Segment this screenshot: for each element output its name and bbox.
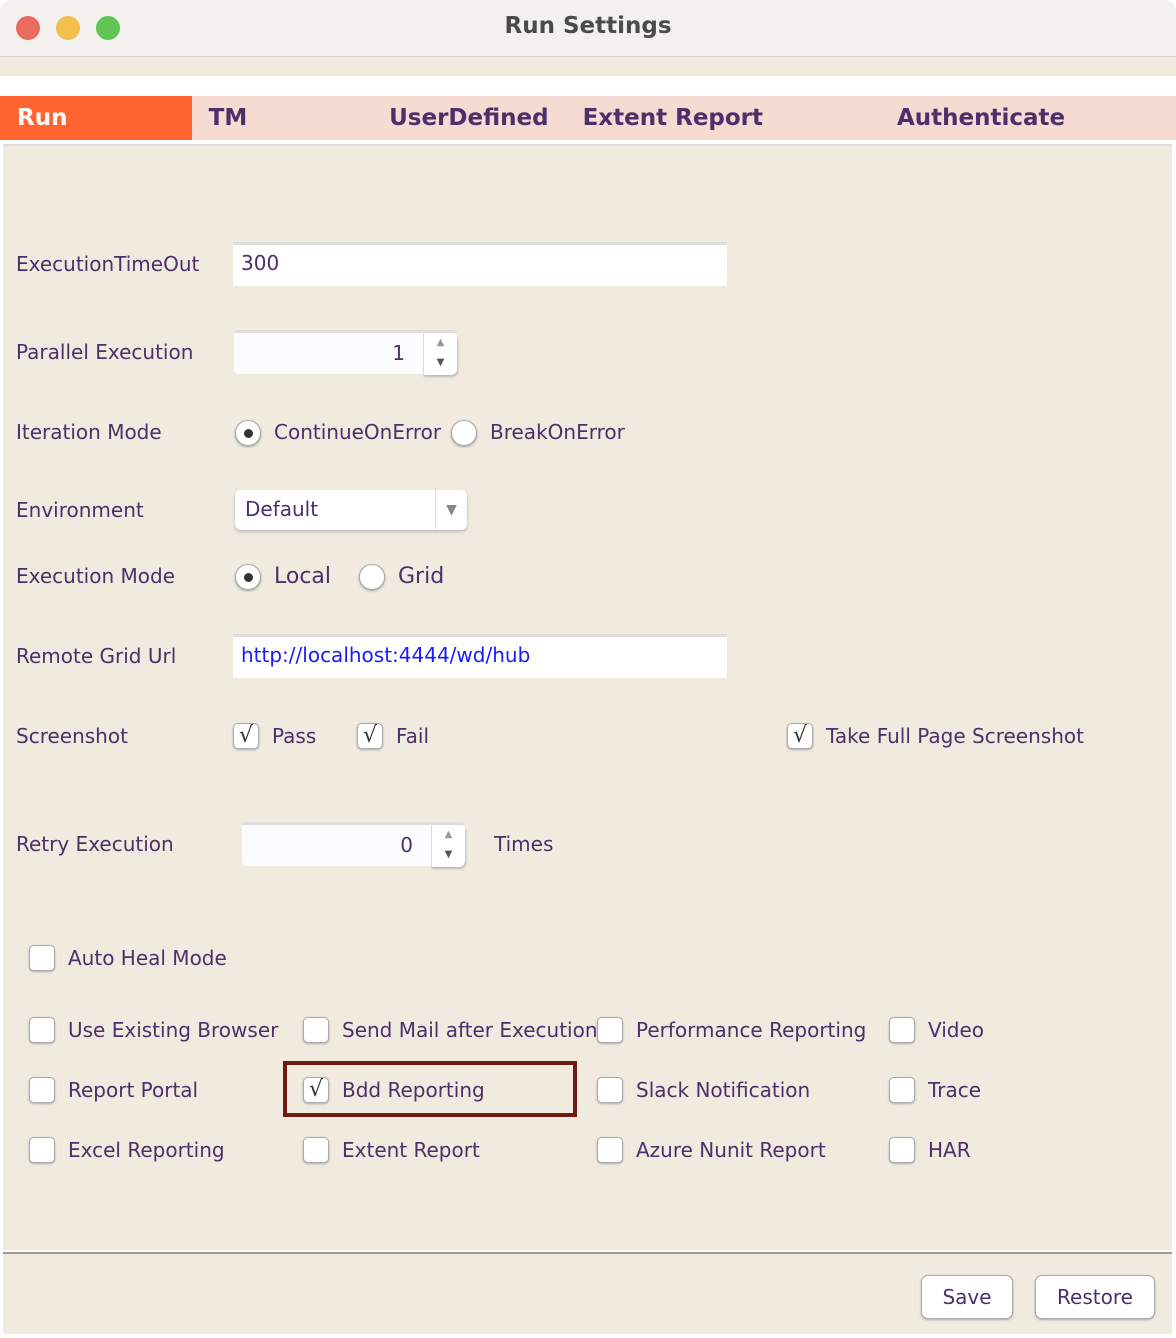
full-page-screenshot-label: Take Full Page Screenshot <box>826 724 1084 748</box>
environment-select[interactable]: Default ▼ <box>235 490 467 530</box>
slack-notification-checkbox[interactable] <box>597 1077 623 1103</box>
performance-reporting-checkbox[interactable] <box>597 1017 623 1043</box>
break-on-error-radio[interactable] <box>451 420 477 446</box>
restore-button[interactable]: Restore <box>1035 1275 1155 1319</box>
grid-label: Grid <box>398 564 445 589</box>
spinner-arrows[interactable]: ▲ ▼ <box>423 333 457 375</box>
extent-report-checkbox[interactable] <box>303 1137 329 1163</box>
break-on-error-label: BreakOnError <box>490 420 625 444</box>
remote-grid-url-input[interactable]: http://localhost:4444/wd/hub <box>233 634 727 678</box>
har-label: HAR <box>928 1138 971 1162</box>
trace-checkbox[interactable] <box>889 1077 915 1103</box>
parallel-execution-label: Parallel Execution <box>16 340 194 364</box>
parallel-execution-value: 1 <box>392 341 405 365</box>
report-portal-label: Report Portal <box>68 1078 199 1102</box>
use-existing-browser-checkbox[interactable] <box>29 1017 55 1043</box>
send-mail-after-execution-checkbox[interactable] <box>303 1017 329 1043</box>
slack-notification-label: Slack Notification <box>636 1078 811 1102</box>
window-title: Run Settings <box>504 13 672 39</box>
screenshot-pass-label: Pass <box>272 724 317 748</box>
screenshot-pass-checkbox[interactable]: √ <box>233 723 259 749</box>
azure-nunit-report-checkbox[interactable] <box>597 1137 623 1163</box>
use-existing-browser-label: Use Existing Browser <box>68 1018 279 1042</box>
bdd-reporting-highlight <box>283 1061 577 1117</box>
extent-report-label: Extent Report <box>342 1138 480 1162</box>
tab-user-defined[interactable]: UserDefined <box>372 96 565 140</box>
title-bar: Run Settings <box>0 0 1176 57</box>
arrow-up-icon[interactable]: ▲ <box>432 825 465 845</box>
environment-value: Default <box>245 497 319 521</box>
arrow-down-icon[interactable]: ▼ <box>424 353 457 373</box>
send-mail-after-execution-label: Send Mail after Execution <box>342 1018 598 1042</box>
execution-timeout-input[interactable]: 300 <box>233 242 727 286</box>
parallel-execution-spinner[interactable]: 1 ▲ ▼ <box>234 330 457 375</box>
auto-heal-mode-label: Auto Heal Mode <box>68 946 227 970</box>
toolbar-strip <box>0 57 1176 76</box>
remote-grid-url-label: Remote Grid Url <box>16 644 177 668</box>
video-checkbox[interactable] <box>889 1017 915 1043</box>
continue-on-error-radio[interactable] <box>235 420 261 446</box>
retry-execution-value: 0 <box>400 833 413 857</box>
arrow-down-icon[interactable]: ▼ <box>432 845 465 865</box>
tab-authenticate-context[interactable]: Authenticate Context <box>880 96 1176 175</box>
execution-mode-label: Execution Mode <box>16 564 175 588</box>
report-portal-checkbox[interactable] <box>29 1077 55 1103</box>
tab-extent-report-settings[interactable]: Extent Report Settings <box>566 96 880 175</box>
excel-reporting-checkbox[interactable] <box>29 1137 55 1163</box>
retry-execution-spinner[interactable]: 0 ▲ ▼ <box>242 822 465 867</box>
excel-reporting-label: Excel Reporting <box>68 1138 225 1162</box>
environment-label: Environment <box>16 498 144 522</box>
performance-reporting-label: Performance Reporting <box>636 1018 867 1042</box>
arrow-up-icon[interactable]: ▲ <box>424 333 457 353</box>
local-radio[interactable] <box>235 564 261 590</box>
execution-timeout-label: ExecutionTimeOut <box>16 252 200 276</box>
har-checkbox[interactable] <box>889 1137 915 1163</box>
tab-tm-settings[interactable]: TM Settings <box>192 96 372 175</box>
auto-heal-mode-checkbox[interactable] <box>29 945 55 971</box>
screenshot-fail-checkbox[interactable]: √ <box>357 723 383 749</box>
azure-nunit-report-label: Azure Nunit Report <box>636 1138 826 1162</box>
retry-execution-label: Retry Execution <box>16 832 174 856</box>
grid-radio[interactable] <box>359 564 385 590</box>
retry-times-label: Times <box>494 832 554 856</box>
spinner-arrows[interactable]: ▲ ▼ <box>431 825 465 867</box>
video-label: Video <box>928 1018 985 1042</box>
chevron-down-icon[interactable]: ▼ <box>435 490 467 530</box>
tab-bar: Run Settings TM Settings UserDefined Ext… <box>0 96 1176 175</box>
trace-label: Trace <box>928 1078 982 1102</box>
local-label: Local <box>274 564 332 589</box>
full-page-screenshot-checkbox[interactable]: √ <box>787 723 813 749</box>
screenshot-fail-label: Fail <box>396 724 430 748</box>
tab-run-settings[interactable]: Run Settings <box>0 96 192 175</box>
iteration-mode-label: Iteration Mode <box>16 420 162 444</box>
save-button[interactable]: Save <box>921 1275 1013 1319</box>
continue-on-error-label: ContinueOnError <box>274 420 442 444</box>
screenshot-label: Screenshot <box>16 724 128 748</box>
